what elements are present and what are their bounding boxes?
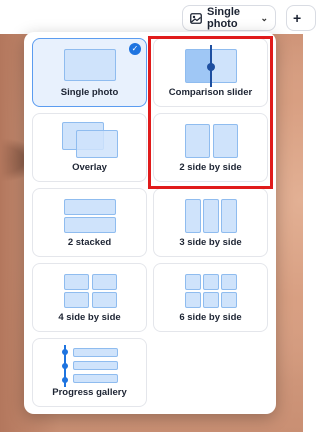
layout-option-overlay[interactable]: Overlay bbox=[32, 113, 147, 182]
two-stacked-icon bbox=[33, 199, 146, 237]
layout-option-label: 2 stacked bbox=[67, 237, 112, 248]
plus-icon: + bbox=[293, 10, 302, 26]
layout-mode-label: Single photo bbox=[207, 6, 241, 30]
layout-option-label: 2 side by side bbox=[179, 162, 242, 173]
layout-option-label: Progress gallery bbox=[52, 387, 127, 398]
layout-option-4-side-by-side[interactable]: 4 side by side bbox=[32, 263, 147, 332]
chevron-down-icon: ⌄ bbox=[260, 12, 268, 23]
single-photo-icon bbox=[33, 49, 146, 87]
layout-option-label: 3 side by side bbox=[179, 237, 242, 248]
layout-option-label: 6 side by side bbox=[179, 312, 242, 323]
overlay-icon bbox=[33, 122, 146, 162]
layout-option-label: Comparison slider bbox=[168, 87, 253, 98]
layout-option-label: Overlay bbox=[72, 162, 107, 173]
comparison-slider-icon bbox=[154, 45, 267, 87]
layout-option-2-stacked[interactable]: 2 stacked bbox=[32, 188, 147, 257]
add-button[interactable]: + bbox=[286, 5, 316, 31]
layout-option-label: Single photo bbox=[60, 87, 119, 98]
layout-option-2-side-by-side[interactable]: 2 side by side bbox=[153, 113, 268, 182]
layout-option-label: 4 side by side bbox=[58, 312, 121, 323]
four-side-by-side-icon bbox=[33, 274, 146, 312]
layout-option-3-side-by-side[interactable]: 3 side by side bbox=[153, 188, 268, 257]
progress-gallery-icon bbox=[33, 345, 146, 387]
layout-picker-panel: ✓ Single photo Comparison slider Overlay bbox=[24, 32, 276, 414]
two-side-by-side-icon bbox=[154, 124, 267, 162]
layout-option-comparison-slider[interactable]: Comparison slider bbox=[153, 38, 268, 107]
layout-option-6-side-by-side[interactable]: 6 side by side bbox=[153, 263, 268, 332]
three-side-by-side-icon bbox=[154, 199, 267, 237]
six-side-by-side-icon bbox=[154, 274, 267, 312]
layout-mode-dropdown[interactable]: Single photo ⌄ bbox=[182, 5, 276, 31]
layout-option-single-photo[interactable]: ✓ Single photo bbox=[32, 38, 147, 107]
image-icon bbox=[190, 12, 202, 24]
layout-grid: ✓ Single photo Comparison slider Overlay bbox=[32, 38, 268, 407]
layout-option-progress-gallery[interactable]: Progress gallery bbox=[32, 338, 147, 407]
